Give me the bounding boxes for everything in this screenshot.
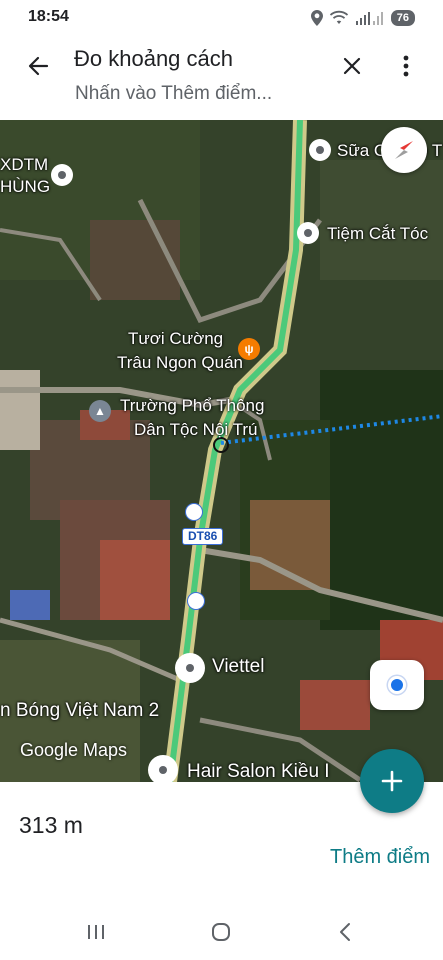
map-label-dan-toc: Dân Tộc Nội Trú [134,420,258,439]
home-icon [212,923,230,941]
recents-button[interactable] [76,918,116,946]
more-options-button[interactable] [392,50,420,82]
bus-stop-icon[interactable] [187,592,205,610]
bus-stop-icon[interactable] [185,503,203,521]
battery-icon: 76 [390,10,415,26]
map-pin-sua[interactable] [309,139,331,161]
system-nav-bar [0,902,443,960]
more-vert-icon [403,55,409,77]
page-subtitle: Nhấn vào Thêm điểm... [75,83,273,104]
map-label-truong: Trường Phổ Thông [120,396,265,415]
map-label-viettel: Viettel [212,656,265,677]
signal-icon [355,12,383,25]
my-location-button[interactable] [370,660,424,710]
map-pin-viettel[interactable] [175,653,205,683]
location-icon [310,10,323,26]
compass-button[interactable] [381,127,427,173]
map-pin-xdtm[interactable] [51,164,73,186]
header: Đo khoảng cách Nhấn vào Thêm điểm... [0,36,443,120]
pin-dot [304,229,312,237]
map-pin-tiem-cat-toc[interactable] [297,222,319,244]
page-title: Đo khoảng cách [74,46,233,71]
status-bar: 18:54 76 [0,0,443,36]
add-point-link[interactable]: Thêm điểm [330,846,430,869]
system-back-button[interactable] [325,918,365,946]
pin-dot [58,171,66,179]
pin-dot [186,664,194,672]
back-arrow-icon [28,56,49,76]
map-pin-restaurant[interactable]: ψ [238,338,260,360]
map-label-sua: Sữa C [337,141,387,160]
add-point-fab[interactable] [360,749,424,813]
status-icons: 76 [310,8,415,28]
plus-icon [381,770,403,792]
back-icon [340,923,350,941]
restaurant-icon: ψ [244,342,254,356]
pin-dot [316,146,324,154]
pin-dot [159,766,167,774]
my-location-icon [388,676,406,694]
home-button[interactable] [201,918,241,946]
map-label-hair-salon: Hair Salon Kiều I [187,761,330,782]
close-button[interactable] [336,50,368,82]
wifi-icon [329,10,348,24]
map-label-bong: n Bóng Việt Nam 2 [0,700,160,721]
road-shield: DT86 [182,528,224,545]
map-label-hung: HÙNG [0,177,51,196]
map-label-tuoi-cuong: Tươi Cường [128,329,224,348]
google-maps-logo: Google Maps [20,740,128,760]
recents-icon [88,925,104,939]
map-view[interactable]: XDTM HÙNG Sữa C ô T Tiệm Cắt Tóc Tươi Cư… [0,120,443,782]
map-pin-school[interactable]: ▲ [89,400,111,422]
map-pin-hair-salon[interactable] [148,755,178,782]
distance-value: 313 m [19,812,83,838]
status-time: 18:54 [28,8,69,25]
close-icon [343,57,361,75]
map-label-tiem-cat-toc: Tiệm Cắt Tóc [327,224,429,243]
map-label-xdtm: XDTM [0,155,49,174]
school-icon: ▲ [94,404,106,418]
compass-icon [395,141,413,159]
back-button[interactable] [22,50,54,82]
map-label-trau-ngon: Trâu Ngon Quán [117,353,243,372]
